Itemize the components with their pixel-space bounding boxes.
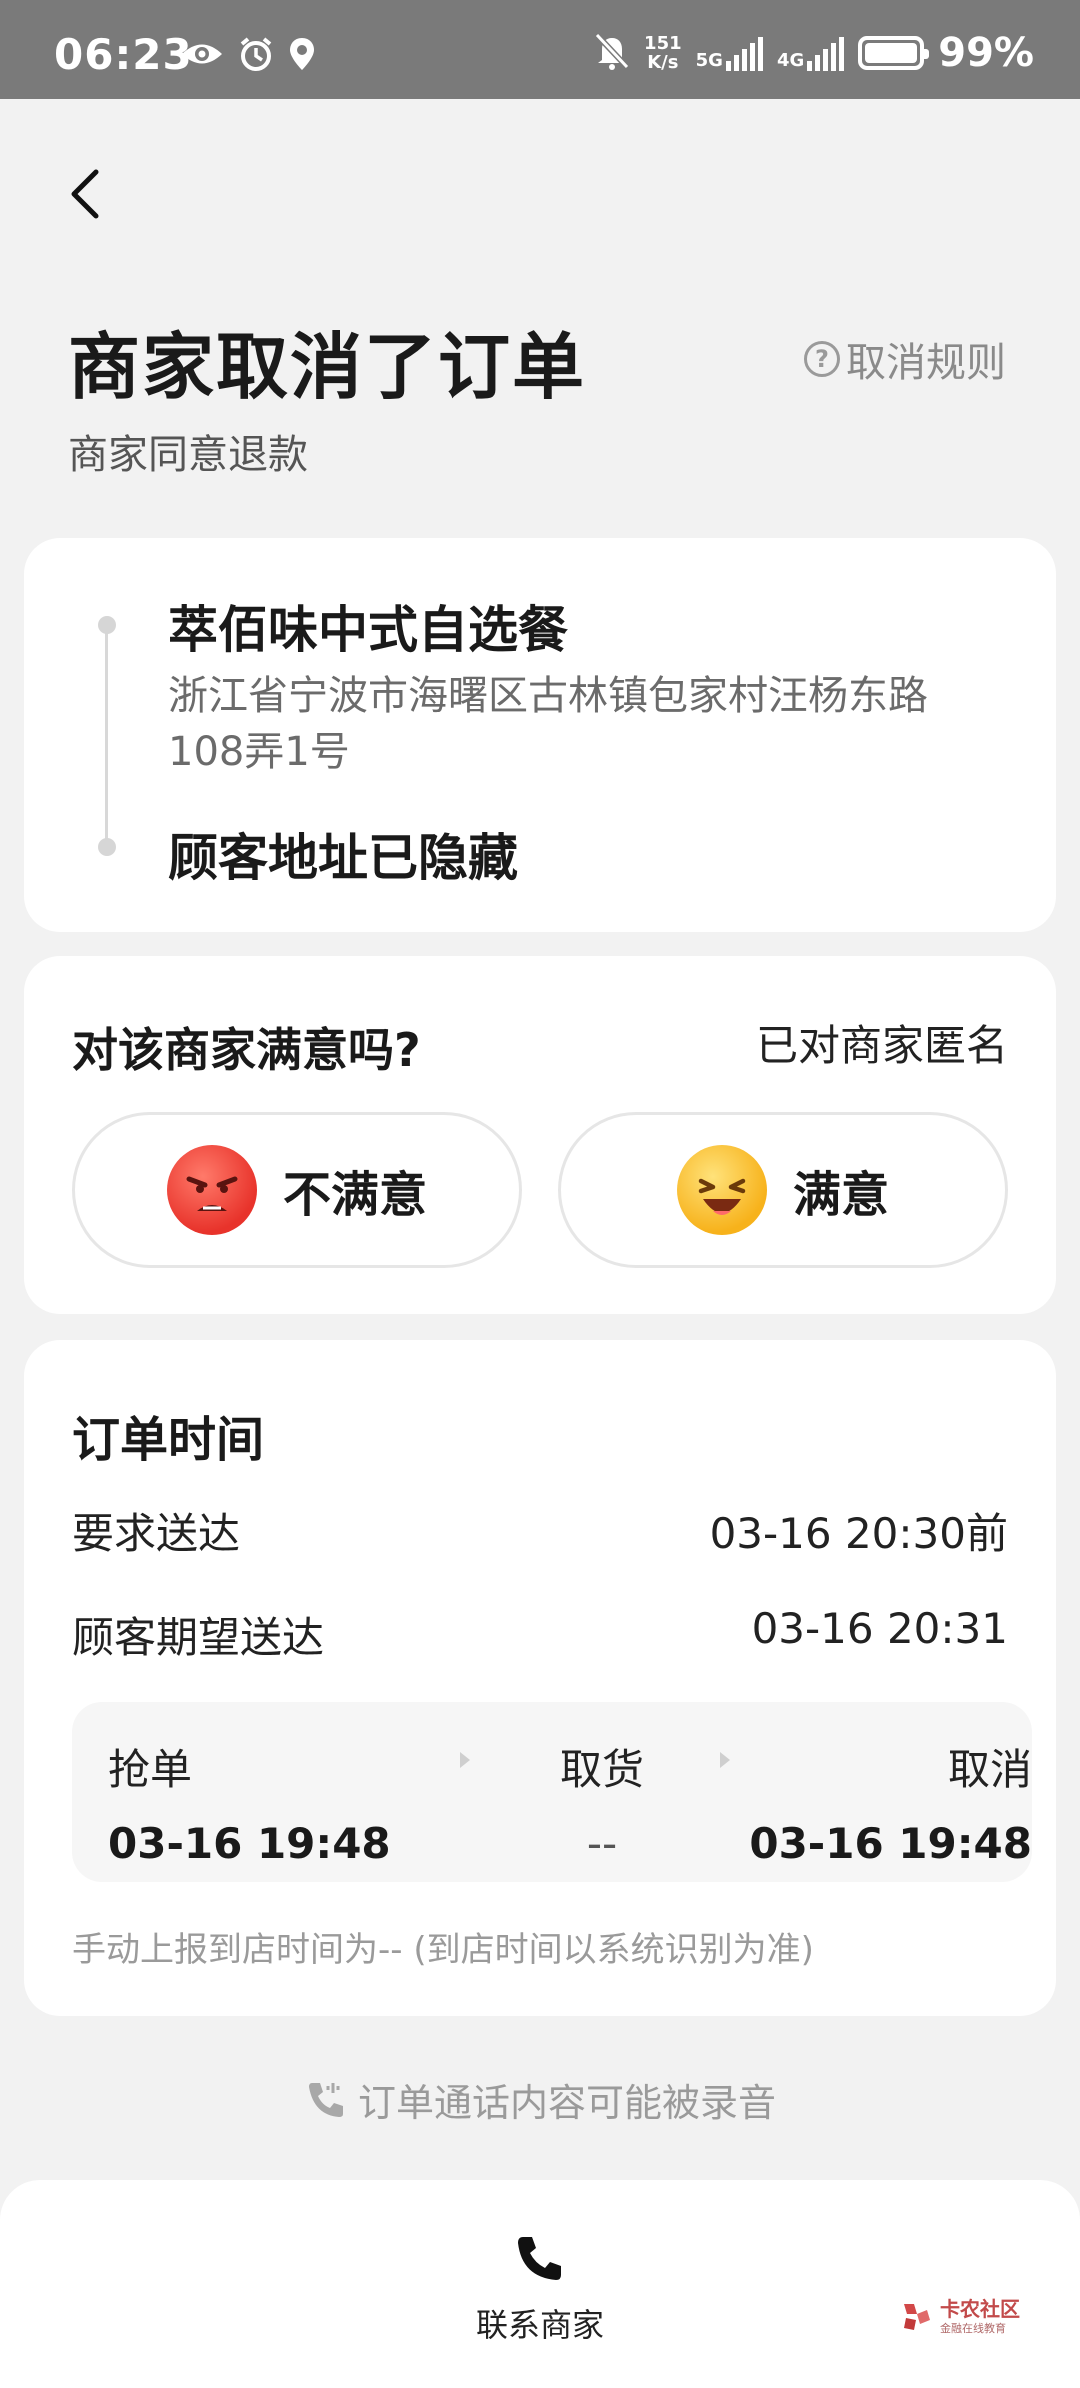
phone-recording-icon	[308, 2082, 343, 2117]
chevron-right-icon	[720, 1752, 730, 1768]
mute-bell-icon	[594, 32, 630, 74]
order-time-title: 订单时间	[72, 1412, 265, 1468]
eye-icon	[180, 39, 224, 73]
customer-dot	[98, 838, 116, 856]
signal-sim1: 5G	[696, 35, 763, 71]
watermark-logo-icon	[904, 2304, 930, 2330]
phone-icon	[518, 2237, 561, 2280]
order-time-card: 订单时间 要求送达 03-16 20:30前 顾客期望送达 03-16 20:3…	[24, 1340, 1056, 2016]
unsatisfied-label: 不满意	[282, 1167, 427, 1223]
back-button[interactable]	[60, 164, 112, 224]
watermark-subtext: 金融在线教育	[940, 2322, 1006, 2335]
satisfied-label: 满意	[792, 1167, 889, 1223]
status-time: 06:23	[54, 30, 193, 79]
status-bar: 06:23 151 K/s 5G 4G 99%	[0, 0, 1080, 99]
expected-delivery-label: 顾客期望送达	[72, 1613, 325, 1662]
route-connector	[105, 624, 108, 846]
shop-dot	[98, 616, 116, 634]
recording-note: 订单通话内容可能被录音	[0, 2072, 1080, 2127]
signal-sim2: 4G	[777, 35, 845, 71]
net-speed-value: 151	[644, 33, 682, 54]
contact-merchant-label: 联系商家	[475, 2306, 604, 2344]
satisfied-button[interactable]: 满意	[558, 1112, 1008, 1268]
customer-address: 顾客地址已隐藏	[168, 829, 518, 887]
page-title: 商家取消了订单	[68, 325, 587, 409]
battery-icon	[858, 36, 930, 70]
chevron-right-icon	[460, 1752, 470, 1768]
watermark: 卡农社区 金融在线教育	[900, 2298, 1020, 2336]
bottom-bar: 联系商家 卡农社区 金融在线教育	[0, 2180, 1080, 2388]
net-speed-unit: K/s	[647, 52, 679, 73]
timeline-step-grab: 抢单 03-16 19:48	[108, 1745, 391, 1868]
cancel-rules-label: 取消规则	[846, 340, 1006, 386]
shop-address: 浙江省宁波市海曙区古林镇包家村汪杨东路108弄1号	[168, 673, 928, 775]
order-timeline: 抢单 03-16 19:48 取货 -- 取消 03-16 19:48	[72, 1702, 1032, 1882]
required-delivery-label: 要求送达	[72, 1509, 241, 1558]
page-subtitle: 商家同意退款	[68, 432, 308, 478]
shop-name: 萃佰味中式自选餐	[168, 601, 568, 659]
laughing-face-icon	[676, 1145, 767, 1235]
manual-arrival-note: 手动上报到店时间为-- (到店时间以系统识别为准)	[72, 1930, 814, 1970]
feedback-card: 对该商家满意吗? 已对商家匿名 不满意 满意	[24, 956, 1056, 1314]
required-delivery-value: 03-16 20:30前	[709, 1509, 1008, 1558]
signal-icon	[725, 35, 763, 71]
location-icon	[288, 36, 316, 76]
feedback-question: 对该商家满意吗?	[72, 1023, 421, 1077]
cancel-rules-link[interactable]: ? 取消规则	[804, 330, 1006, 388]
watermark-text: 卡农社区	[940, 2297, 1020, 2321]
expected-delivery-value: 03-16 20:31	[751, 1604, 1008, 1653]
timeline-step-pickup: 取货 --	[559, 1745, 644, 1868]
timeline-step-cancel: 取消 03-16 19:48	[749, 1745, 1032, 1868]
unsatisfied-button[interactable]: 不满意	[72, 1112, 522, 1268]
signal-icon	[807, 35, 845, 71]
battery-percent: 99%	[938, 30, 1034, 76]
angry-face-icon	[166, 1145, 257, 1235]
chevron-left-icon	[71, 169, 99, 219]
anonymous-note: 已对商家匿名	[755, 1021, 1008, 1070]
alarm-icon	[238, 36, 274, 76]
recording-note-text: 订单通话内容可能被录音	[357, 2081, 776, 2125]
contact-merchant-button[interactable]: 联系商家	[470, 2232, 610, 2346]
route-card: 萃佰味中式自选餐 浙江省宁波市海曙区古林镇包家村汪杨东路108弄1号 顾客地址已…	[24, 538, 1056, 932]
question-icon: ?	[804, 341, 840, 377]
